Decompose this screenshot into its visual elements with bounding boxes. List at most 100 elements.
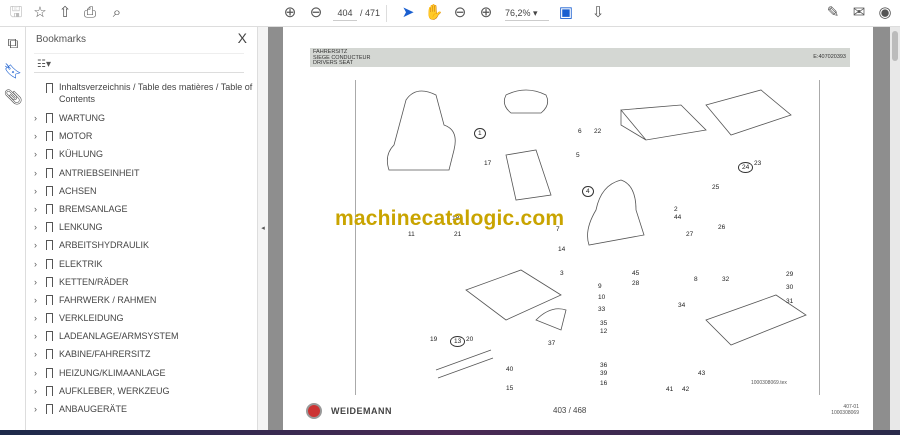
chevron-right-icon[interactable]: ›	[34, 400, 37, 418]
chevron-right-icon[interactable]: ›	[34, 218, 37, 236]
bookmark-options[interactable]: ☷▾	[34, 53, 244, 73]
bookmark-item[interactable]: › ANBAUGERÄTE	[26, 400, 258, 418]
bookmark-item[interactable]: › ANTRIEBSEINHEIT	[26, 164, 258, 182]
bookmark-item[interactable]: › ACHSEN	[26, 182, 258, 200]
page-header: FAHRERSITZ SIEGE CONDUCTEUR DRIVERS SEAT…	[310, 48, 850, 67]
part-callout: 30	[786, 284, 794, 291]
bookmark-item[interactable]: › KABINE/FAHRERSITZ	[26, 345, 258, 363]
upload-icon[interactable]: ⇧	[55, 4, 75, 22]
chevron-right-icon[interactable]: ›	[34, 364, 37, 382]
taskbar-strip	[0, 430, 900, 435]
mail-icon[interactable]: ✉	[849, 4, 869, 22]
part-callout: 29	[786, 271, 794, 278]
rail-drawing	[435, 349, 494, 379]
attachment-icon[interactable]: 📎︎	[3, 89, 23, 107]
hand-icon[interactable]: ✋	[424, 4, 444, 22]
part-callout: 4	[582, 186, 594, 197]
page-down-icon[interactable]: ⊖	[306, 4, 326, 22]
chevron-right-icon[interactable]: ›	[34, 200, 37, 218]
console-drawing	[465, 269, 562, 321]
header-title-en: DRIVERS SEAT	[313, 60, 353, 67]
chevron-right-icon[interactable]: ›	[34, 182, 37, 200]
footer-code: 407-01 1000308069	[831, 404, 859, 416]
bookmark-label: MOTOR	[59, 131, 93, 142]
bookmark-item[interactable]: › ARBEITSHYDRAULIK	[26, 236, 258, 254]
select-cursor-icon[interactable]: ➤	[398, 4, 418, 22]
account-icon[interactable]: ◉	[875, 4, 895, 22]
page-number-input[interactable]: 404	[333, 5, 357, 21]
bookmark-item[interactable]: › WARTUNG	[26, 109, 258, 127]
bookmark-label: KÜHLUNG	[59, 149, 104, 160]
zoom-dropdown[interactable]: 76,2% ▾	[505, 5, 549, 21]
part-callout: 35	[600, 320, 608, 327]
chevron-right-icon[interactable]: ›	[34, 236, 37, 254]
scroll-mode-icon[interactable]: ⇩	[588, 4, 608, 22]
bookmark-icon	[46, 294, 53, 305]
seat-drawing	[386, 90, 456, 171]
drawing-frame: 1 17 6 5 22 4 23 24 25 2 44 26 27 18 21 11 7 14 3 45 28 29 30 3…	[355, 80, 820, 395]
seat-2-drawing	[587, 179, 645, 246]
bookmark-item[interactable]: › HEIZUNG/KLIMAANLAGE	[26, 364, 258, 382]
save-icon[interactable]: 🖫	[6, 4, 26, 22]
bookmark-label: ELEKTRIK	[59, 258, 103, 269]
page-total: / 471	[360, 8, 381, 18]
zoom-out-icon[interactable]: ⊖	[450, 4, 470, 22]
pages-icon[interactable]: ⧉	[3, 35, 23, 53]
options-icon[interactable]: ☷▾	[34, 59, 51, 70]
chevron-right-icon[interactable]: ›	[34, 127, 37, 145]
zoom-value: 76,2%	[505, 8, 531, 18]
print-icon[interactable]: ⎙	[80, 4, 100, 22]
footer-code-2: 1000308069	[831, 410, 859, 416]
star-icon[interactable]: ☆	[30, 4, 50, 22]
bookmark-icon	[46, 131, 53, 142]
chevron-right-icon[interactable]: ›	[34, 345, 37, 363]
close-icon[interactable]: X	[238, 30, 247, 46]
scrollbar-thumb[interactable]	[892, 31, 898, 61]
bookmark-icon	[46, 349, 53, 360]
bookmark-item[interactable]: › ELEKTRIK	[26, 255, 258, 273]
bookmark-label: Inhaltsverzeichnis / Table des matières …	[59, 82, 253, 104]
page-up-icon[interactable]: ⊕	[280, 4, 300, 22]
pdf-page: FAHRERSITZ SIEGE CONDUCTEUR DRIVERS SEAT…	[283, 27, 873, 430]
brand-name: WEIDEMANN	[331, 406, 392, 416]
chevron-right-icon[interactable]: ›	[34, 255, 37, 273]
header-code: E:407020393	[813, 54, 846, 60]
bookmark-icon[interactable]: 🔖︎	[3, 63, 23, 81]
bookmark-item[interactable]: › LADEANLAGE/ARMSYSTEM	[26, 327, 258, 345]
bookmark-icon	[46, 113, 53, 123]
bookmark-item[interactable]: › LENKUNG	[26, 218, 258, 236]
collapse-panel-button[interactable]: ◂	[258, 27, 268, 430]
bookmark-item[interactable]: › BREMSANLAGE	[26, 200, 258, 218]
bookmark-item[interactable]: › KETTEN/RÄDER	[26, 273, 258, 291]
vertical-scrollbar[interactable]	[890, 27, 900, 430]
part-callout: 19	[430, 336, 438, 343]
chevron-right-icon[interactable]: ›	[34, 382, 37, 400]
chevron-right-icon[interactable]: ›	[34, 309, 37, 327]
fit-page-icon[interactable]: ▣	[556, 4, 576, 22]
part-callout: 17	[484, 160, 492, 167]
bookmark-item[interactable]: › AUFKLEBER, WERKZEUG	[26, 382, 258, 400]
part-callout: 37	[548, 340, 556, 347]
bookmark-item[interactable]: › MOTOR	[26, 127, 258, 145]
sign-icon[interactable]: ✎	[823, 4, 843, 22]
bookmark-item[interactable]: › VERKLEIDUNG	[26, 309, 258, 327]
chevron-right-icon[interactable]: ›	[34, 291, 37, 309]
bookmark-icon	[46, 203, 53, 214]
zoom-in-icon[interactable]: ⊕	[476, 4, 496, 22]
chevron-right-icon[interactable]: ›	[34, 109, 37, 127]
bookmark-item[interactable]: › KÜHLUNG	[26, 145, 258, 163]
part-callout: 36	[600, 362, 608, 369]
bookmark-icon	[46, 222, 53, 233]
part-callout: 6	[578, 128, 582, 135]
bookmark-item[interactable]: › FAHRWERK / RAHMEN	[26, 291, 258, 309]
bookmarks-panel: Bookmarks X ☷▾ Inhaltsverzeichnis / Tabl…	[26, 27, 258, 430]
bookmark-item[interactable]: Inhaltsverzeichnis / Table des matières …	[26, 79, 258, 109]
bookmark-icon	[46, 276, 53, 287]
search-icon[interactable]: ⌕	[107, 4, 127, 22]
bookmark-icon	[46, 185, 53, 196]
part-callout: 15	[506, 385, 514, 392]
chevron-right-icon[interactable]: ›	[34, 327, 37, 345]
chevron-right-icon[interactable]: ›	[34, 273, 37, 291]
chevron-right-icon[interactable]: ›	[34, 164, 37, 182]
chevron-right-icon[interactable]: ›	[34, 145, 37, 163]
